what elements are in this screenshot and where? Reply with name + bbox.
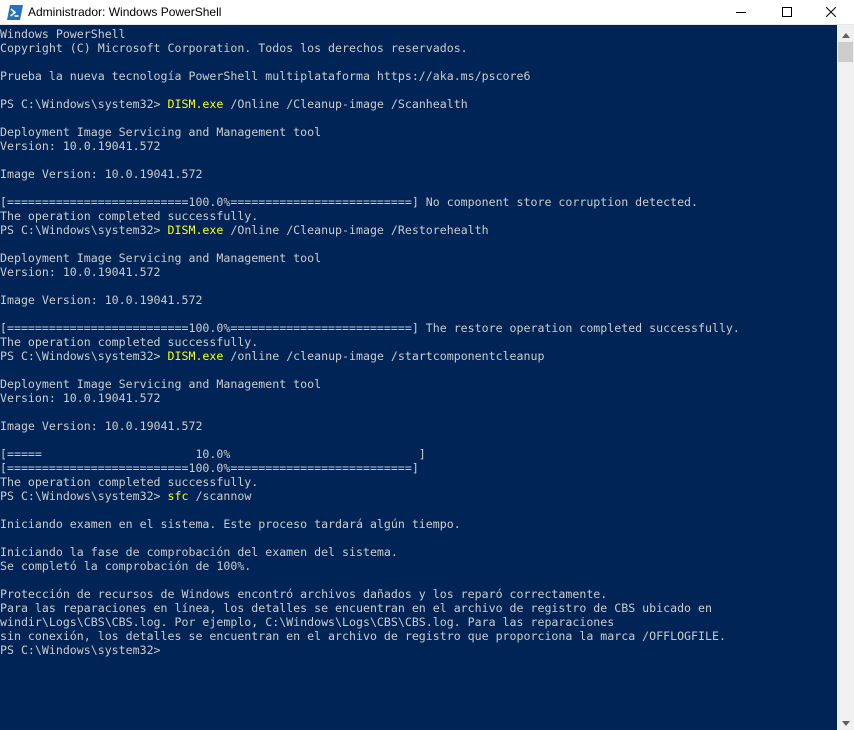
scroll-down-button[interactable] [837,713,854,730]
console-text: [==========================100.0%=======… [0,195,699,209]
console-line: PS C:\Windows\system32> DISM.exe /Online… [0,97,468,111]
console-text: Prueba la nueva tecnología PowerShell mu… [0,69,531,83]
console-text: /Online /Cleanup-image /Restorehealth [223,223,489,237]
console-text: [==========================100.0%=======… [0,321,740,335]
console-text: Se completó la comprobación de 100%. [0,559,252,573]
console-text: [==========================100.0%=======… [0,461,419,475]
console-line: PS C:\Windows\system32> DISM.exe /online… [0,349,544,363]
console-text: Image Version: 10.0.19041.572 [0,419,203,433]
console-line: PS C:\Windows\system32> DISM.exe /Online… [0,223,489,237]
console-text: Iniciando examen en el sistema. Este pro… [0,517,461,531]
command-name: sfc [167,489,189,503]
console-line: [===== 10.0% ] [0,447,426,461]
title-bar[interactable]: Administrador: Windows PowerShell [0,0,854,25]
console-text: Image Version: 10.0.19041.572 [0,167,203,181]
console-text: /online /cleanup-image /startcomponentcl… [223,349,545,363]
console-line: sin conexión, los detalles se encuentran… [0,629,726,643]
console-text: PS C:\Windows\system32> [0,349,168,363]
console-text: Version: 10.0.19041.572 [0,139,161,153]
console-line: Se completó la comprobación de 100%. [0,559,251,573]
console-line: PS C:\Windows\system32> [0,643,168,657]
console-line: The operation completed successfully. [0,475,258,489]
console-line: [==========================100.0%=======… [0,461,419,475]
maximize-icon [782,4,792,22]
console-text: Copyright (C) Microsoft Corporation. Tod… [0,41,468,55]
console-text: Iniciando la fase de comprobación del ex… [0,545,398,559]
console-line: Version: 10.0.19041.572 [0,139,161,153]
console-text: /Online /Cleanup-image /Scanhealth [223,97,468,111]
console-text: [===== 10.0% ] [0,447,426,461]
chevron-down-icon [841,713,850,730]
console-text: PS C:\Windows\system32> [0,97,168,111]
window-title: Administrador: Windows PowerShell [28,5,222,19]
console-text: PS C:\Windows\system32> [0,489,168,503]
console-line: Prueba la nueva tecnología PowerShell mu… [0,69,530,83]
console-text: Deployment Image Servicing and Managemen… [0,377,322,391]
close-button[interactable] [808,0,854,25]
minimize-button[interactable] [718,0,764,25]
console-text: windir\Logs\CBS\CBS.log. Por ejemplo, C:… [0,615,615,629]
console-text: The operation completed successfully. [0,475,259,489]
console-line: Windows PowerShell [0,27,126,41]
console-output[interactable]: Windows PowerShell Copyright (C) Microsof… [0,25,837,730]
vertical-scrollbar[interactable] [837,25,854,730]
minimize-icon [736,4,746,22]
console-line: Protección de recursos de Windows encont… [0,587,607,601]
console-text: Para las reparaciones en línea, los deta… [0,601,712,615]
console-line: [==========================100.0%=======… [0,195,698,209]
close-icon [825,4,837,22]
chevron-up-icon [841,25,850,43]
powershell-window: Administrador: Windows PowerShell Window… [0,0,854,730]
console-line: The operation completed successfully. [0,335,258,349]
console-text: Protección de recursos de Windows encont… [0,587,608,601]
console-text: Version: 10.0.19041.572 [0,391,161,405]
console-text: The operation completed successfully. [0,335,259,349]
console-text: sin conexión, los detalles se encuentran… [0,629,726,643]
console-text: /scannow [188,489,252,503]
console-text: PS C:\Windows\system32> [0,223,168,237]
console-line: Deployment Image Servicing and Managemen… [0,251,321,265]
powershell-icon[interactable] [7,5,23,20]
console-text: Deployment Image Servicing and Managemen… [0,125,322,139]
command-name: DISM.exe [167,97,224,111]
console-line: Iniciando examen en el sistema. Este pro… [0,517,461,531]
console-line: Image Version: 10.0.19041.572 [0,293,202,307]
console-line: The operation completed successfully. [0,209,258,223]
console-text: Version: 10.0.19041.572 [0,265,161,279]
console-line: Image Version: 10.0.19041.572 [0,419,202,433]
console-line: Para las reparaciones en línea, los deta… [0,601,712,615]
command-name: DISM.exe [167,223,224,237]
console-line: Copyright (C) Microsoft Corporation. Tod… [0,41,468,55]
console-text: PS C:\Windows\system32> [0,643,168,657]
console-line: Version: 10.0.19041.572 [0,265,161,279]
console-line: Version: 10.0.19041.572 [0,391,161,405]
scroll-thumb[interactable] [838,42,853,62]
console-line: Deployment Image Servicing and Managemen… [0,125,321,139]
command-name: DISM.exe [167,349,224,363]
console-text: Image Version: 10.0.19041.572 [0,293,203,307]
console-line: Deployment Image Servicing and Managemen… [0,377,321,391]
console-line: windir\Logs\CBS\CBS.log. Por ejemplo, C:… [0,615,614,629]
console-line: Iniciando la fase de comprobación del ex… [0,545,398,559]
console-text: Deployment Image Servicing and Managemen… [0,251,322,265]
scroll-up-button[interactable] [837,25,854,42]
maximize-button[interactable] [764,0,810,25]
console-line: Image Version: 10.0.19041.572 [0,167,202,181]
console-line: [==========================100.0%=======… [0,321,740,335]
console-text: The operation completed successfully. [0,209,259,223]
console-text: Windows PowerShell [0,27,126,41]
console-line: PS C:\Windows\system32> sfc /scannow [0,489,251,503]
